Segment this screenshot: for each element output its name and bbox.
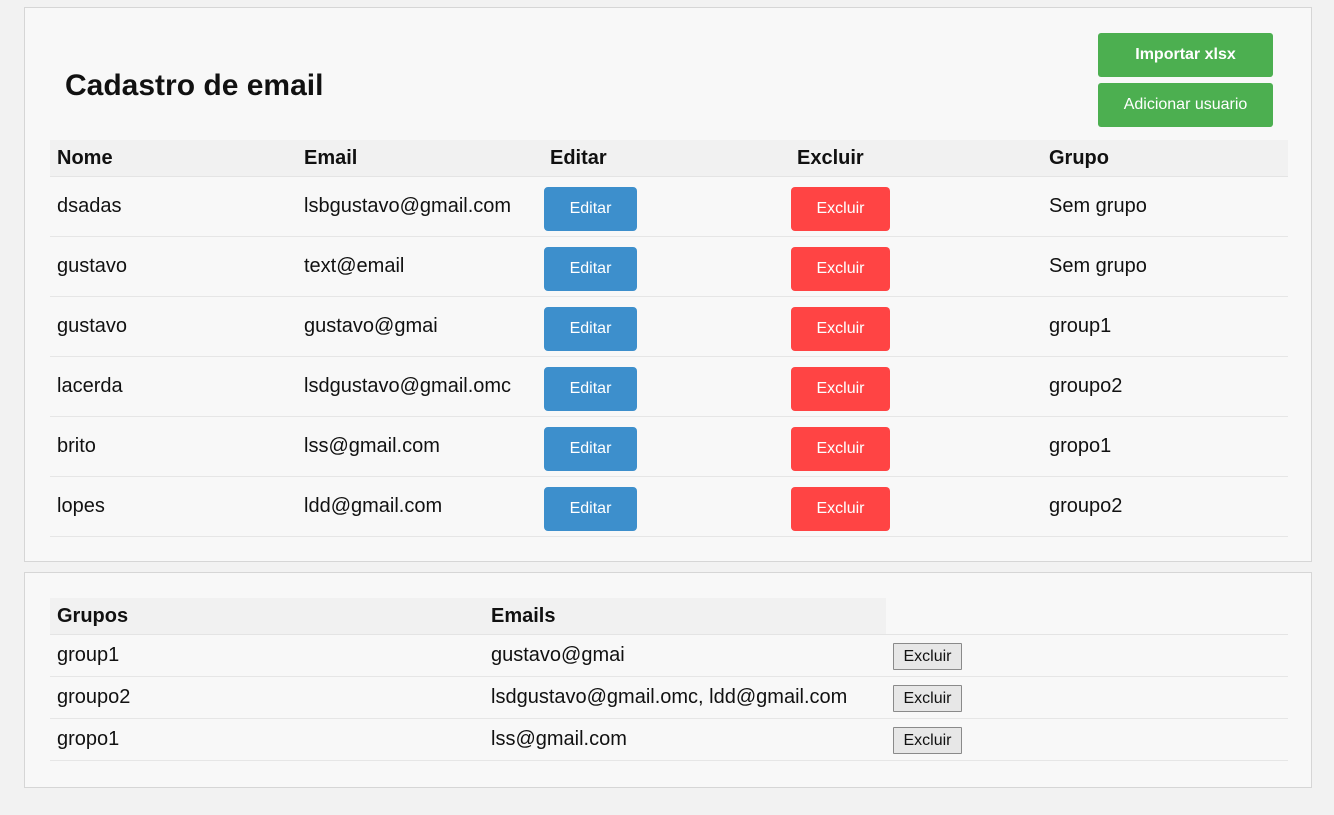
user-name: dsadas xyxy=(50,176,297,237)
column-header-actions xyxy=(886,598,1288,635)
user-email: lss@gmail.com xyxy=(297,416,543,477)
user-group: Sem grupo xyxy=(1042,176,1288,237)
delete-button[interactable]: Excluir xyxy=(791,186,890,231)
users-panel: Cadastro de email Importar xlsx Adiciona… xyxy=(24,7,1312,562)
edit-button[interactable]: Editar xyxy=(544,186,637,231)
delete-button[interactable]: Excluir xyxy=(791,366,890,411)
group-emails: lsdgustavo@gmail.omc, ldd@gmail.com xyxy=(484,676,886,719)
user-name: gustavo xyxy=(50,296,297,357)
edit-button[interactable]: Editar xyxy=(544,366,637,411)
add-user-button[interactable]: Adicionar usuario xyxy=(1098,83,1273,127)
delete-group-button[interactable]: Excluir xyxy=(893,727,962,754)
column-header-excluir: Excluir xyxy=(790,140,1042,177)
edit-button[interactable]: Editar xyxy=(544,246,637,291)
users-table-header: Nome Email Editar Excluir Grupo xyxy=(50,140,1288,177)
table-row: lacerda lsdgustavo@gmail.omc Editar Excl… xyxy=(50,356,1288,417)
table-row: gustavo gustavo@gmai Editar Excluir grou… xyxy=(50,296,1288,357)
group-name: group1 xyxy=(50,634,484,677)
delete-group-button[interactable]: Excluir xyxy=(893,643,962,670)
table-row: lopes ldd@gmail.com Editar Excluir group… xyxy=(50,476,1288,537)
table-row: groupo2 lsdgustavo@gmail.omc, ldd@gmail.… xyxy=(50,676,1288,719)
user-email: lsdgustavo@gmail.omc xyxy=(297,356,543,417)
user-email: text@email xyxy=(297,236,543,297)
edit-button[interactable]: Editar xyxy=(544,306,637,351)
table-row: gropo1 lss@gmail.com Excluir xyxy=(50,718,1288,761)
column-header-editar: Editar xyxy=(543,140,790,177)
import-xlsx-button[interactable]: Importar xlsx xyxy=(1098,33,1273,77)
table-row: gustavo text@email Editar Excluir Sem gr… xyxy=(50,236,1288,297)
user-group: gropo1 xyxy=(1042,416,1288,477)
column-header-email: Email xyxy=(297,140,543,177)
user-group: Sem grupo xyxy=(1042,236,1288,297)
group-name: groupo2 xyxy=(50,676,484,719)
page-title: Cadastro de email xyxy=(65,69,324,102)
edit-button[interactable]: Editar xyxy=(544,426,637,471)
delete-group-button[interactable]: Excluir xyxy=(893,685,962,712)
groups-panel: Grupos Emails group1 gustavo@gmai Exclui… xyxy=(24,572,1312,788)
user-group: groupo2 xyxy=(1042,356,1288,417)
table-row: group1 gustavo@gmai Excluir xyxy=(50,634,1288,677)
user-email: lsbgustavo@gmail.com xyxy=(297,176,543,237)
user-email: gustavo@gmai xyxy=(297,296,543,357)
column-header-nome: Nome xyxy=(50,140,297,177)
table-row: dsadas lsbgustavo@gmail.com Editar Exclu… xyxy=(50,176,1288,237)
edit-button[interactable]: Editar xyxy=(544,486,637,531)
user-name: lacerda xyxy=(50,356,297,417)
column-header-grupos: Grupos xyxy=(50,598,484,635)
group-name: gropo1 xyxy=(50,718,484,761)
delete-button[interactable]: Excluir xyxy=(791,426,890,471)
user-email: ldd@gmail.com xyxy=(297,476,543,537)
delete-button[interactable]: Excluir xyxy=(791,246,890,291)
user-group: group1 xyxy=(1042,296,1288,357)
users-table: Nome Email Editar Excluir Grupo dsadas l… xyxy=(50,140,1288,537)
user-name: brito xyxy=(50,416,297,477)
group-emails: gustavo@gmai xyxy=(484,634,886,677)
groups-table-header: Grupos Emails xyxy=(50,598,1288,635)
delete-button[interactable]: Excluir xyxy=(791,486,890,531)
user-name: lopes xyxy=(50,476,297,537)
user-group: groupo2 xyxy=(1042,476,1288,537)
column-header-emails: Emails xyxy=(484,598,886,635)
delete-button[interactable]: Excluir xyxy=(791,306,890,351)
group-emails: lss@gmail.com xyxy=(484,718,886,761)
table-row: brito lss@gmail.com Editar Excluir gropo… xyxy=(50,416,1288,477)
user-name: gustavo xyxy=(50,236,297,297)
column-header-grupo: Grupo xyxy=(1042,140,1288,177)
groups-table: Grupos Emails group1 gustavo@gmai Exclui… xyxy=(50,598,1288,761)
